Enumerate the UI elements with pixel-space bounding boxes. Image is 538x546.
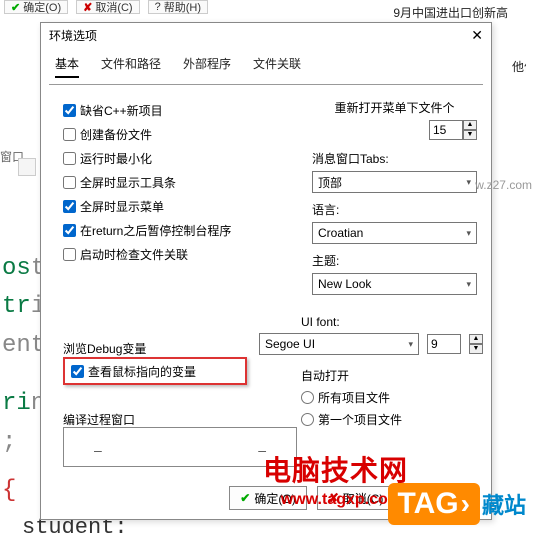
chk-fullscreen-toolbar[interactable]: 全屏时显示工具条 [63, 173, 231, 191]
uifont-spin-down[interactable]: ▼ [469, 344, 483, 354]
tab-files-paths[interactable]: 文件和路径 [97, 51, 165, 84]
tab-external-programs[interactable]: 外部程序 [179, 51, 235, 84]
watermark-red: 电脑技术网 [263, 449, 408, 489]
uifont-spin-up[interactable]: ▲ [469, 334, 483, 344]
bg-cancel-button[interactable]: ✘取消(C) [76, 0, 140, 14]
chk-pause-after-return[interactable]: 在return之后暂停控制台程序 [63, 221, 231, 239]
check-icon: ✔ [240, 491, 250, 505]
tab-file-assoc[interactable]: 文件关联 [249, 51, 305, 84]
browse-debug-label: 浏览Debug变量 [63, 340, 146, 357]
theme-select[interactable]: New Look▾ [312, 273, 477, 295]
tabstrip: 基本 文件和路径 外部程序 文件关联 [41, 47, 491, 84]
uifont-label: UI font: [301, 315, 340, 329]
bg-help-button[interactable]: ?帮助(H) [148, 0, 208, 14]
msgtab-label: 消息窗口Tabs: [312, 150, 477, 167]
dialog-title: 环境选项 [49, 27, 97, 44]
chevron-down-icon: ▾ [466, 177, 471, 188]
lang-label: 语言: [312, 201, 477, 218]
chk-default-cpp[interactable]: 缺省C++新项目 [63, 101, 231, 119]
watermark-red-url: www.tagxp.com [281, 491, 402, 509]
radio-first-file[interactable]: 第一个项目文件 [301, 411, 402, 428]
chk-check-assoc[interactable]: 启动时检查文件关联 [63, 245, 231, 263]
close-icon[interactable]: ✕ [471, 27, 483, 44]
compile-window-box: – – [63, 427, 297, 467]
chevron-down-icon: ▾ [466, 279, 471, 290]
radio-all-files[interactable]: 所有项目文件 [301, 389, 402, 406]
lang-select[interactable]: Croatian▾ [312, 222, 477, 244]
watermark-tag: TAG› 藏站 [388, 483, 526, 525]
chk-fullscreen-menu[interactable]: 全屏时显示菜单 [63, 197, 231, 215]
env-options-dialog: 环境选项 ✕ 基本 文件和路径 外部程序 文件关联 缺省C++新项目 创建备份文… [40, 22, 492, 520]
bg-news-text: 9月中国进出口创新高 [393, 4, 508, 21]
chevron-down-icon: ▾ [466, 228, 471, 239]
chk-create-backup[interactable]: 创建备份文件 [63, 125, 231, 143]
autoopen-label: 自动打开 [301, 367, 402, 384]
browse-debug-highlight: 查看鼠标指向的变量 [63, 357, 247, 385]
tab-basic[interactable]: 基本 [51, 51, 83, 84]
chk-minimize-on-run[interactable]: 运行时最小化 [63, 149, 231, 167]
uifont-size-input[interactable] [427, 334, 461, 354]
chevron-down-icon: ▾ [408, 339, 413, 350]
compile-window-label: 编译过程窗口 [63, 411, 135, 428]
theme-label: 主题: [312, 252, 477, 269]
watch-mouse-var-label: 查看鼠标指向的变量 [88, 363, 196, 380]
reopen-label: 重新打开菜单下文件个 [312, 99, 477, 116]
watermark-z27: w.z27.com [475, 178, 532, 192]
reopen-spin-down[interactable]: ▼ [463, 130, 477, 140]
msgtab-select[interactable]: 顶部▾ [312, 171, 477, 193]
reopen-spin-up[interactable]: ▲ [463, 120, 477, 130]
bg-left-icons [18, 158, 38, 176]
chk-watch-mouse-var[interactable] [71, 365, 84, 378]
titlebar: 环境选项 ✕ [41, 23, 491, 47]
reopen-count-input[interactable] [429, 120, 463, 140]
uifont-select[interactable]: Segoe UI▾ [259, 333, 419, 355]
bg-ok-button[interactable]: ✔确定(O) [4, 0, 68, 14]
